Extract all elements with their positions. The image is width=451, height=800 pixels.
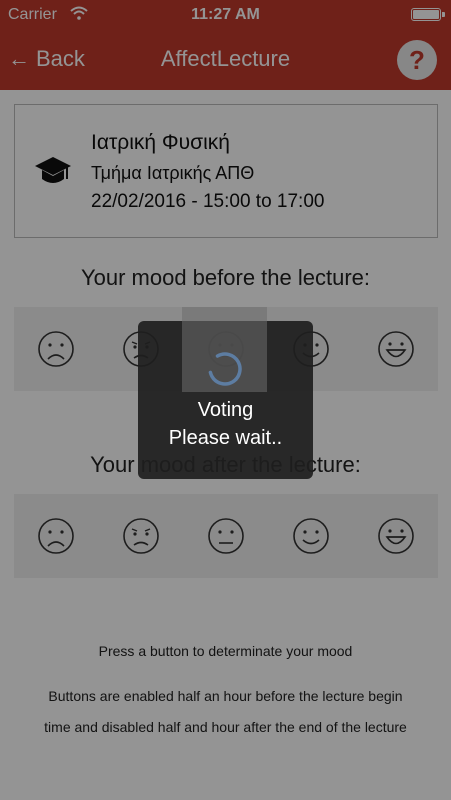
hud-highlight: [182, 307, 267, 392]
loading-title: Voting: [197, 399, 254, 421]
loading-message: Please wait..: [168, 427, 283, 449]
